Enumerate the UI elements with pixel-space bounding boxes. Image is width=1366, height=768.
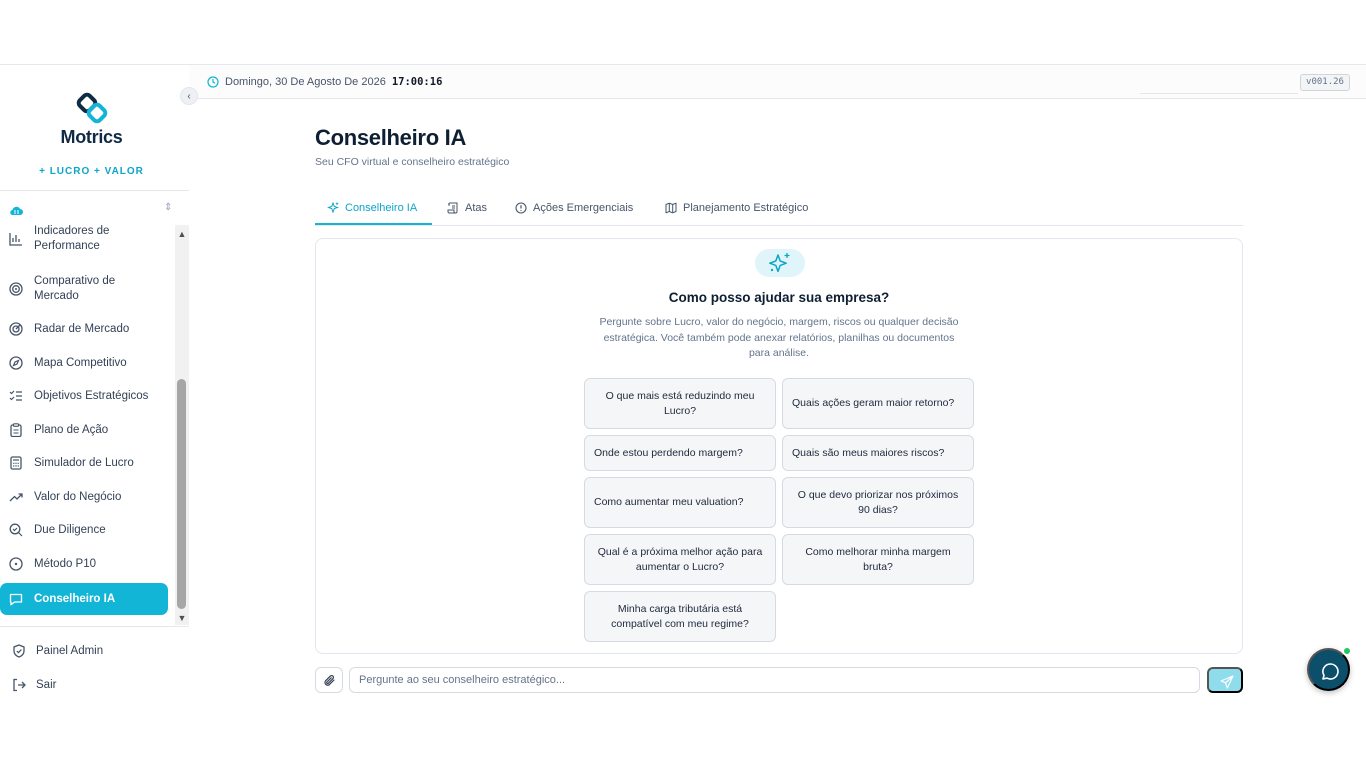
circle-dot-icon xyxy=(9,557,23,571)
shield-check-icon xyxy=(13,644,25,658)
page-subtitle: Seu CFO virtual e conselheiro estratégic… xyxy=(315,156,510,168)
logout-link[interactable]: Sair xyxy=(12,678,56,692)
sidebar: Motrics + LUCRO + VALOR ⇕ Indicadores de… xyxy=(0,65,189,705)
admin-panel-label: Painel Admin xyxy=(36,645,104,657)
send-icon xyxy=(1220,675,1234,689)
tab-conselheiro-ia[interactable]: Conselheiro IA xyxy=(327,202,417,214)
sidebar-item-radar[interactable]: Radar de Mercado xyxy=(0,317,168,341)
sidebar-item-label: Mapa Competitivo xyxy=(34,357,127,369)
sidebar-item-label: Due Diligence xyxy=(34,524,106,536)
logout-icon xyxy=(13,678,26,692)
suggestion-button[interactable]: Minha carga tributária está compatível c… xyxy=(584,591,776,642)
sidebar-item-plano[interactable]: Plano de Ação xyxy=(0,418,168,442)
scroll-down-icon[interactable]: ▼ xyxy=(175,611,189,625)
chat-input[interactable] xyxy=(349,667,1200,693)
chat-panel: Como posso ajudar sua empresa? Pergunte … xyxy=(315,238,1243,654)
tab-label: Planejamento Estratégico xyxy=(683,202,809,214)
map-icon xyxy=(665,202,677,214)
current-date: Domingo, 30 De Agosto De 2026 xyxy=(225,76,386,88)
tab-acoes-emergenciais[interactable]: Ações Emergenciais xyxy=(515,202,633,214)
send-button[interactable] xyxy=(1207,667,1243,693)
divider xyxy=(0,190,189,191)
sidebar-item-label: Valor do Negócio xyxy=(34,491,122,503)
paperclip-icon xyxy=(324,675,335,686)
scroll-up-icon[interactable]: ▲ xyxy=(175,227,189,241)
suggestion-button[interactable]: Como melhorar minha margem bruta? xyxy=(782,534,974,585)
sparkles-icon xyxy=(327,202,339,214)
chevron-updown-icon: ⇕ xyxy=(164,202,173,213)
cloud-icon xyxy=(10,206,23,216)
sidebar-item-label: Objetivos Estratégicos xyxy=(34,390,149,402)
sidebar-item-valor[interactable]: Valor do Negócio xyxy=(0,485,168,509)
sidebar-item-label: Conselheiro IA xyxy=(34,593,116,605)
radar-icon xyxy=(9,322,23,336)
app-window: Motrics + LUCRO + VALOR ⇕ Indicadores de… xyxy=(0,64,1366,705)
sparkles-icon xyxy=(769,253,790,273)
suggestion-button[interactable]: Quais ações geram maior retorno? xyxy=(782,378,974,429)
message-icon xyxy=(9,593,23,606)
target-icon xyxy=(9,282,23,296)
alert-circle-icon xyxy=(515,202,527,214)
topbar: Domingo, 30 De Agosto De 2026 17:00:16 v… xyxy=(189,65,1366,99)
calculator-icon xyxy=(10,456,22,470)
sidebar-item-simulador[interactable]: Simulador de Lucro xyxy=(0,451,168,475)
admin-panel-link[interactable]: Painel Admin xyxy=(12,644,103,658)
current-time: 17:00:16 xyxy=(391,76,443,88)
datetime-display: Domingo, 30 De Agosto De 2026 17:00:16 xyxy=(207,76,442,88)
tab-label: Ações Emergenciais xyxy=(533,202,634,214)
suggestion-button[interactable]: O que mais está reduzindo meu Lucro? xyxy=(584,378,776,429)
compass-icon xyxy=(9,356,23,370)
page-title: Conselheiro IA xyxy=(315,125,467,150)
active-tab-indicator xyxy=(315,223,432,225)
topbar-slot xyxy=(1140,65,1298,94)
suggestion-button[interactable]: O que devo priorizar nos próximos 90 dia… xyxy=(782,477,974,528)
tab-planejamento-estrategico[interactable]: Planejamento Estratégico xyxy=(665,202,808,214)
search-check-icon xyxy=(9,523,23,537)
sidebar-item-objetivos[interactable]: Objetivos Estratégicos xyxy=(0,384,168,408)
collapse-sidebar-button[interactable]: ‹ xyxy=(180,87,198,105)
clipboard-icon xyxy=(10,423,22,437)
tab-label: Conselheiro IA xyxy=(345,202,418,214)
sidebar-item-label: Radar de Mercado xyxy=(34,323,130,335)
suggestion-button[interactable]: Onde estou perdendo margem? xyxy=(584,435,776,471)
tab-bar: Conselheiro IA Atas Ações Emergenciais P… xyxy=(315,195,1243,226)
suggestion-button[interactable]: Quais são meus maiores riscos? xyxy=(782,435,974,471)
sidebar-item-label: Indicadores de Performance xyxy=(34,225,110,252)
sidebar-item-indicadores[interactable]: Indicadores de Performance xyxy=(0,225,168,255)
sidebar-item-label: Método P10 xyxy=(34,558,97,570)
sidebar-item-conselheiro[interactable]: Conselheiro IA xyxy=(0,583,168,615)
sidebar-item-label: Simulador de Lucro xyxy=(34,457,134,469)
list-checks-icon xyxy=(9,390,22,401)
brand-tagline: + LUCRO + VALOR xyxy=(39,166,144,177)
sidebar-item-due-diligence[interactable]: Due Diligence xyxy=(0,518,168,542)
attach-file-button[interactable] xyxy=(315,667,343,693)
sidebar-nav: Indicadores de Performance Comparativo d… xyxy=(0,225,174,625)
sidebar-item-metodo[interactable]: Método P10 xyxy=(0,552,168,576)
logout-label: Sair xyxy=(36,679,57,691)
sidebar-item-mapa[interactable]: Mapa Competitivo xyxy=(0,351,168,375)
trending-up-icon xyxy=(9,493,23,502)
suggestion-button[interactable]: Qual é a próxima melhor ação para aument… xyxy=(584,534,776,585)
ai-badge xyxy=(755,249,805,277)
tab-atas[interactable]: Atas xyxy=(447,202,487,214)
welcome-title: Como posso ajudar sua empresa? xyxy=(668,290,890,305)
welcome-description: Pergunte sobre Lucro, valor do negócio, … xyxy=(599,316,959,359)
divider xyxy=(0,626,189,627)
suggestion-button[interactable]: Como aumentar meu valuation? xyxy=(584,477,776,528)
brand-name: Motrics xyxy=(60,127,123,147)
scrollbar-thumb[interactable] xyxy=(177,379,186,609)
sidebar-item-comparativo[interactable]: Comparativo de Mercado xyxy=(0,273,168,305)
sidebar-item-label: Comparativo de Mercado xyxy=(34,275,116,302)
logo: Motrics xyxy=(0,91,183,148)
tab-label: Atas xyxy=(465,202,488,214)
logo-mark-icon xyxy=(76,92,107,124)
version-badge: v001.26 xyxy=(1300,74,1350,91)
bar-chart-icon xyxy=(9,233,22,246)
clock-icon xyxy=(207,76,219,88)
chat-bubble-icon xyxy=(1322,663,1339,680)
online-status-dot xyxy=(1342,646,1352,656)
scroll-icon xyxy=(447,202,458,214)
workspace-selector[interactable]: ⇕ xyxy=(0,199,183,223)
sidebar-item-label: Plano de Ação xyxy=(34,424,109,436)
